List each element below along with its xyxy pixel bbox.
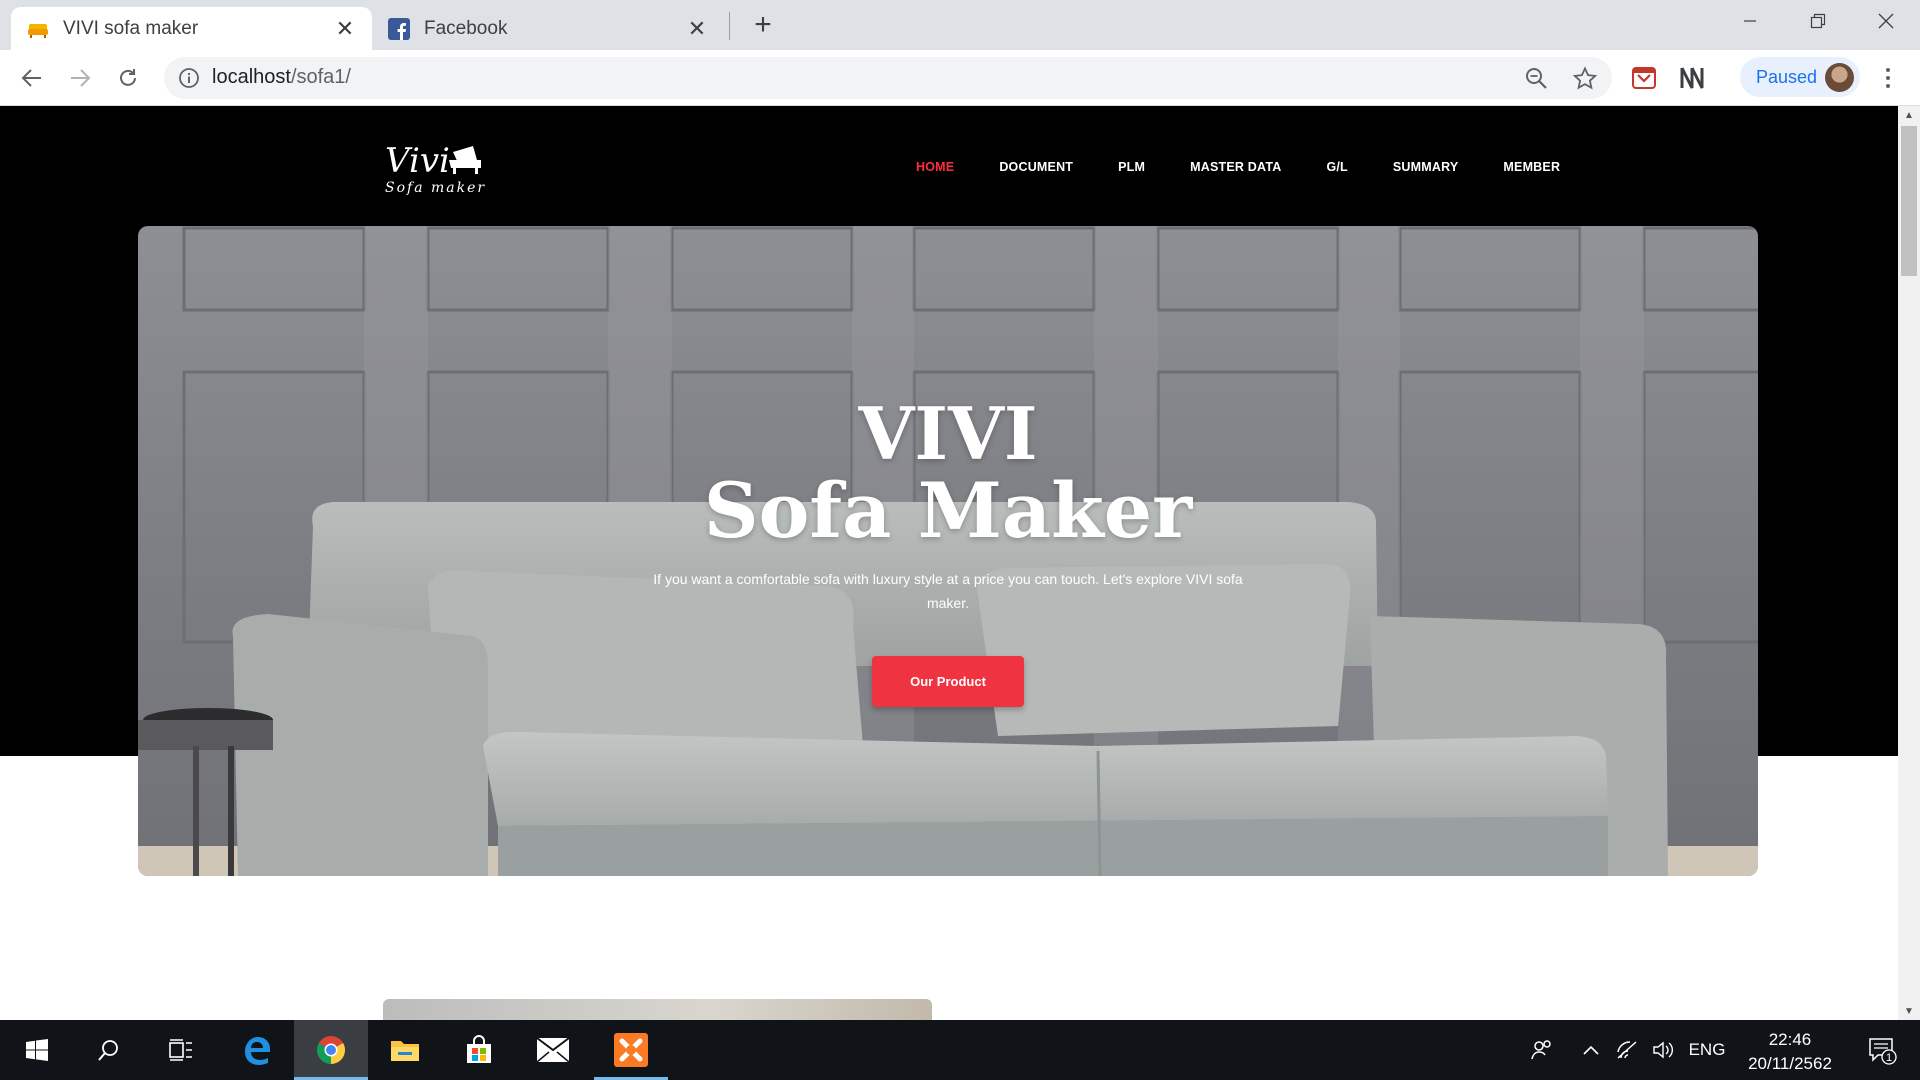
hero-title-line1: VIVI <box>858 391 1038 476</box>
input-language[interactable]: ENG <box>1684 1020 1730 1080</box>
people-button[interactable] <box>1520 1020 1564 1080</box>
taskbar-chrome[interactable] <box>294 1020 368 1080</box>
folder-icon <box>391 1041 419 1061</box>
start-button[interactable] <box>0 1020 74 1080</box>
arrow-left-icon <box>21 69 41 87</box>
info-icon[interactable] <box>178 67 200 89</box>
chevron-up-icon <box>1583 1045 1599 1055</box>
profile-button[interactable]: Paused <box>1740 57 1860 97</box>
address-bar[interactable]: localhost/sofa1/ <box>164 57 1612 99</box>
xampp-icon <box>614 1033 648 1067</box>
windows-taskbar: ENG 22:46 20/11/2562 1 <box>0 1020 1920 1080</box>
speaker-icon <box>1653 1041 1673 1059</box>
url-text: localhost/sofa1/ <box>212 66 351 89</box>
nav-item-document[interactable]: DOCUMENT <box>999 160 1073 174</box>
show-hidden-icons-button[interactable] <box>1574 1020 1608 1080</box>
notion-extension-icon[interactable] <box>1678 64 1706 92</box>
more-menu-icon[interactable] <box>1876 66 1900 90</box>
scroll-thumb[interactable] <box>1901 126 1917 276</box>
hero-subtitle: If you want a comfortable sofa with luxu… <box>653 571 1243 611</box>
main-nav: HOME DOCUMENT PLM MASTER DATA G/L SUMMAR… <box>916 160 1560 174</box>
logo-wordmark: Vivi <box>385 141 450 181</box>
close-tab-icon[interactable]: ✕ <box>334 16 356 41</box>
profile-status: Paused <box>1756 66 1818 87</box>
arrow-right-icon <box>71 69 91 87</box>
taskbar-mail[interactable] <box>516 1020 590 1080</box>
reload-icon <box>120 69 136 86</box>
system-clock[interactable]: 22:46 20/11/2562 <box>1732 1028 1848 1076</box>
nav-item-home[interactable]: HOME <box>916 160 954 174</box>
tab-vivi-sofa-maker[interactable]: VIVI sofa maker ✕ <box>11 7 372 50</box>
notification-icon: 1 <box>1869 1038 1897 1065</box>
tab-title: Facebook <box>424 17 508 39</box>
sofa-favicon <box>28 23 48 38</box>
back-button[interactable] <box>13 59 51 97</box>
page-scrollbar[interactable]: ▲ ▼ <box>1898 106 1920 1020</box>
nav-item-member[interactable]: MEMBER <box>1503 160 1560 174</box>
nav-item-plm[interactable]: PLM <box>1118 160 1145 174</box>
volume-button[interactable] <box>1646 1020 1680 1080</box>
chrome-icon <box>317 1036 345 1064</box>
taskbar-file-explorer[interactable] <box>368 1020 442 1080</box>
web-page: Vivi Sofa maker HOME DOCUMENT PLM MASTER… <box>0 106 1898 1020</box>
task-view-icon <box>169 1039 192 1061</box>
close-window-button[interactable] <box>1852 0 1920 42</box>
edge-icon <box>245 1037 270 1065</box>
taskbar-store[interactable] <box>442 1020 516 1080</box>
star-bookmark-icon[interactable] <box>1572 66 1598 92</box>
task-view-button[interactable] <box>144 1020 218 1080</box>
nav-item-gl[interactable]: G/L <box>1326 160 1347 174</box>
search-button[interactable] <box>72 1020 146 1080</box>
taskbar-xampp[interactable] <box>594 1020 668 1080</box>
armchair-logo-icon <box>449 146 481 174</box>
close-icon <box>1878 13 1894 29</box>
tab-facebook[interactable]: Facebook ✕ <box>372 7 724 50</box>
store-bag-icon <box>467 1035 491 1063</box>
url-path: /sofa1/ <box>290 66 351 88</box>
notification-count: 1 <box>1886 1052 1892 1064</box>
mail-icon <box>536 1037 570 1063</box>
restore-icon <box>1810 13 1826 29</box>
avatar <box>1825 63 1854 92</box>
clock-date: 20/11/2562 <box>1748 1054 1832 1073</box>
restore-button[interactable] <box>1784 0 1852 42</box>
people-icon <box>1531 1040 1551 1060</box>
reload-button[interactable] <box>109 59 147 97</box>
action-center-button[interactable]: 1 <box>1852 1020 1912 1080</box>
scroll-down-arrow-icon[interactable]: ▼ <box>1898 1002 1920 1020</box>
network-button[interactable] <box>1610 1020 1644 1080</box>
close-tab-icon[interactable]: ✕ <box>686 16 708 41</box>
our-product-button[interactable]: Our Product <box>872 656 1024 707</box>
browser-toolbar: localhost/sofa1/ Paused <box>0 50 1920 106</box>
taskbar-edge[interactable] <box>220 1020 294 1080</box>
facebook-favicon <box>388 17 410 40</box>
tab-title: VIVI sofa maker <box>63 17 199 39</box>
clock-time: 22:46 <box>1768 1030 1812 1049</box>
hero-title-line2: Sofa Maker <box>703 466 1193 555</box>
minimize-button[interactable] <box>1716 0 1784 42</box>
scroll-up-arrow-icon[interactable]: ▲ <box>1898 106 1920 124</box>
zoom-icon[interactable] <box>1524 66 1550 92</box>
logo-tagline: Sofa maker <box>385 180 486 196</box>
browser-tab-bar: VIVI sofa maker ✕ Facebook ✕ + <box>0 0 1920 50</box>
new-tab-button[interactable]: + <box>748 10 778 40</box>
nav-item-summary[interactable]: SUMMARY <box>1393 160 1459 174</box>
search-icon <box>98 1040 118 1061</box>
vivi-logo[interactable]: Vivi Sofa maker <box>383 136 488 196</box>
tab-separator <box>729 12 730 40</box>
product-image-preview <box>383 999 932 1020</box>
windows-logo-icon <box>26 1039 48 1061</box>
hero-banner: VIVI Sofa Maker If you want a comfortabl… <box>138 226 1758 876</box>
minimize-icon <box>1744 20 1756 22</box>
url-host: localhost <box>212 66 291 88</box>
forward-button[interactable] <box>61 59 99 97</box>
wifi-icon <box>1617 1041 1637 1059</box>
nav-item-master-data[interactable]: MASTER DATA <box>1190 160 1281 174</box>
pocket-extension-icon[interactable] <box>1630 64 1658 92</box>
